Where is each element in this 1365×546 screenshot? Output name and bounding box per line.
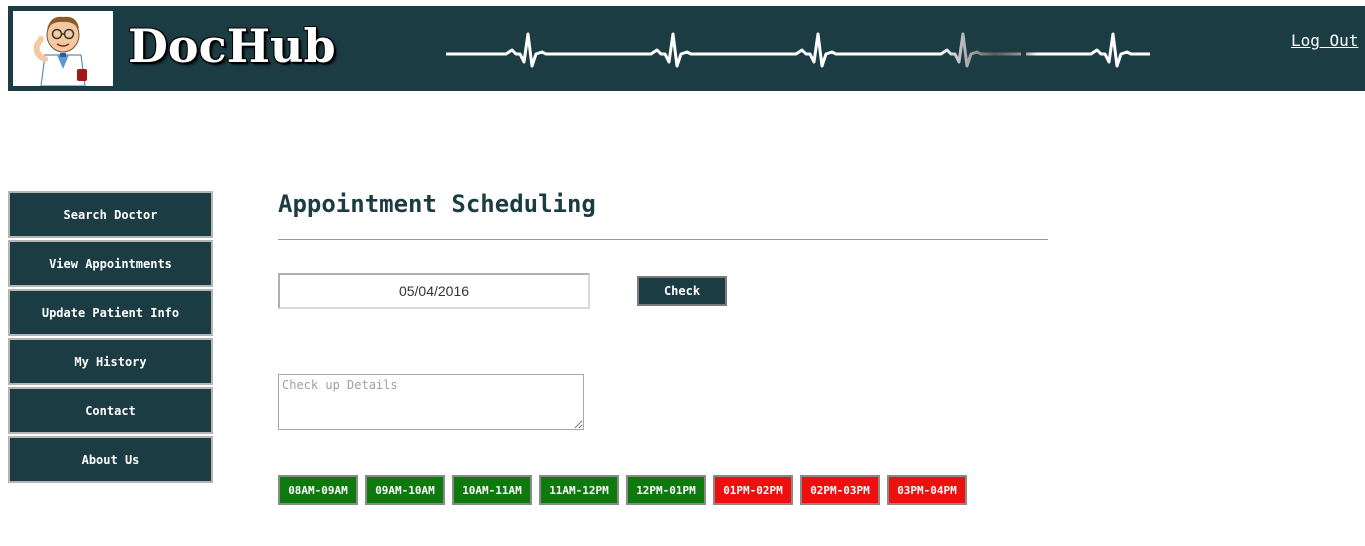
- checkup-details-field[interactable]: [278, 374, 584, 430]
- heartbeat-line-icon: [446, 32, 1150, 68]
- date-field[interactable]: [278, 273, 590, 309]
- time-slot-button[interactable]: 03PM-04PM: [887, 475, 967, 505]
- title-divider: [278, 239, 1048, 240]
- sidebar-item-contact[interactable]: Contact: [8, 387, 213, 434]
- sidebar-item-search-doctor[interactable]: Search Doctor: [8, 191, 213, 238]
- doctor-logo-icon: [13, 11, 113, 86]
- time-slot-button[interactable]: 12PM-01PM: [626, 475, 706, 505]
- check-button[interactable]: Check: [637, 276, 727, 306]
- time-slot-button[interactable]: 09AM-10AM: [365, 475, 445, 505]
- sidebar-item-update-patient-info[interactable]: Update Patient Info: [8, 289, 213, 336]
- time-slot-button[interactable]: 02PM-03PM: [800, 475, 880, 505]
- sidebar-item-about-us[interactable]: About Us: [8, 436, 213, 483]
- time-slot-button[interactable]: 08AM-09AM: [278, 475, 358, 505]
- time-slot-button[interactable]: 11AM-12PM: [539, 475, 619, 505]
- sidebar-item-my-history[interactable]: My History: [8, 338, 213, 385]
- time-slot-list: 08AM-09AM 09AM-10AM 10AM-11AM 11AM-12PM …: [278, 475, 974, 505]
- page-title: Appointment Scheduling: [278, 190, 596, 218]
- app-header: DocHub Log Out: [8, 6, 1365, 91]
- brand-title: DocHub: [128, 19, 336, 73]
- time-slot-button[interactable]: 10AM-11AM: [452, 475, 532, 505]
- time-slot-button[interactable]: 01PM-02PM: [713, 475, 793, 505]
- logout-link[interactable]: Log Out: [1291, 31, 1358, 50]
- sidebar-item-view-appointments[interactable]: View Appointments: [8, 240, 213, 287]
- sidebar-nav: Search Doctor View Appointments Update P…: [8, 191, 213, 485]
